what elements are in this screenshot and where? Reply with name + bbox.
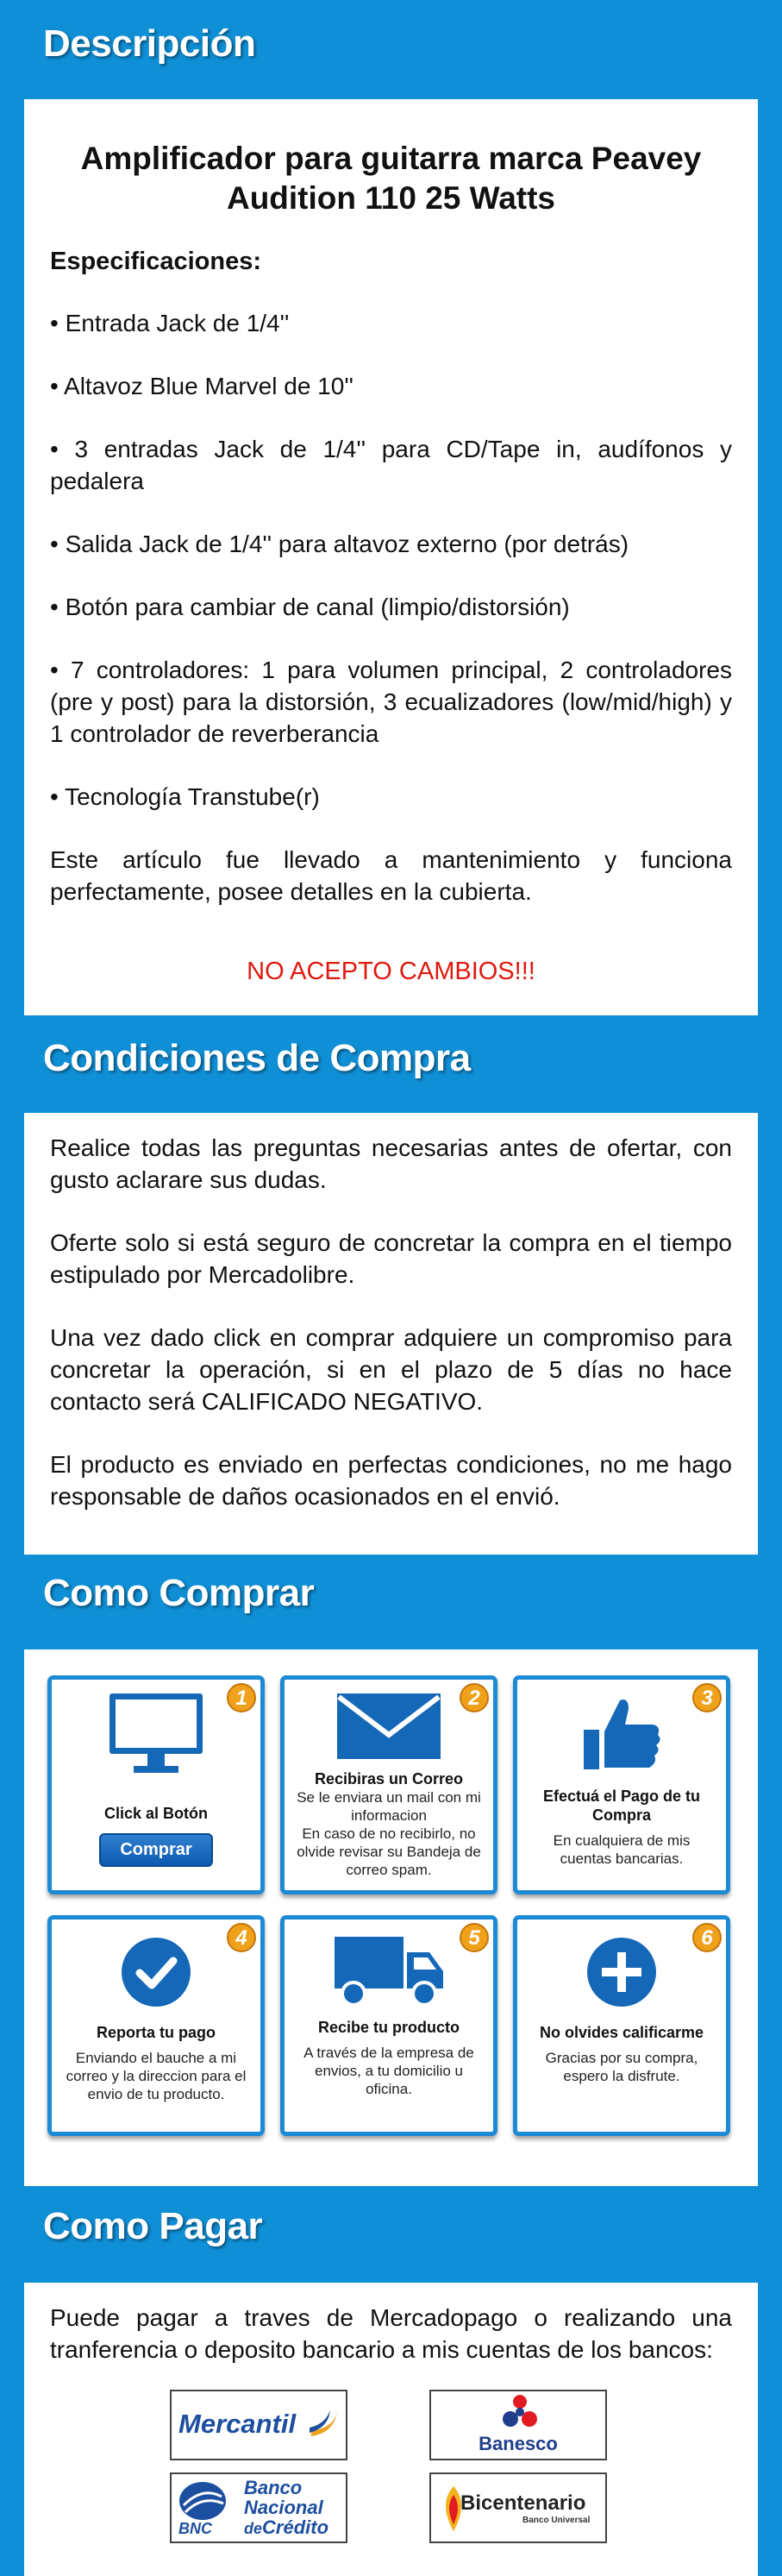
condition-paragraph: Una vez dado click en comprar adquiere u… xyxy=(50,1324,732,1415)
monitor-icon xyxy=(109,1693,203,1773)
como-comprar-panel: 1 Click al Botón Comprar 2 Recibiras un … xyxy=(24,1649,758,2186)
step-card-4: 4 Reporta tu pago Enviando el bauche a m… xyxy=(47,1915,265,2136)
spec-bullet: • 7 controladores: 1 para volumen princi… xyxy=(50,657,732,747)
step-description: En cualquiera de mis cuentas bancarias. xyxy=(553,1832,691,1867)
step-description: Gracias por su compra, espero la disfrut… xyxy=(545,2050,698,2084)
bank-logo-bicentenario: Bicentenario Banco Universal xyxy=(429,2472,607,2543)
envelope-icon xyxy=(337,1693,441,1759)
step-title: Recibiras un Correo xyxy=(314,1770,464,1787)
mercantil-swoosh-icon xyxy=(310,2410,337,2436)
step-description: A través de la empresa de envios, a tu d… xyxy=(303,2045,474,2097)
spec-bullet: • Salida Jack de 1/4'' para altavoz exte… xyxy=(50,531,629,557)
banesco-name: Banesco xyxy=(479,2433,558,2454)
condition-paragraph: El producto es enviado en perfectas cond… xyxy=(50,1451,732,1510)
bnc-globe-icon xyxy=(179,2482,226,2520)
plus-circle-icon xyxy=(587,1938,656,2007)
truck-icon xyxy=(335,1937,443,2007)
bank-logo-mercantil: Mercantil xyxy=(170,2390,347,2460)
comprar-button[interactable]: Comprar xyxy=(99,1833,213,1867)
bicentenario-subtitle: Banco Universal xyxy=(522,2516,591,2525)
bicentenario-name: Bicentenario xyxy=(460,2491,586,2515)
step-number-badge: 1 xyxy=(227,1683,256,1712)
bank-logo-banesco: Banesco xyxy=(429,2390,607,2460)
step-description: Se le enviara un mail con mi informacion… xyxy=(297,1789,481,1878)
step-number-badge: 6 xyxy=(692,1923,722,1952)
como-pagar-panel: Puede pagar a traves de Mercadopago o re… xyxy=(24,2283,758,2576)
specs-heading: Especificaciones: xyxy=(50,248,261,275)
bnc-line2: Nacional xyxy=(244,2497,323,2518)
thumbs-up-icon xyxy=(584,1700,660,1769)
spec-bullet: • Entrada Jack de 1/4'' xyxy=(50,310,290,336)
step-title: No olvides calificarme xyxy=(539,2024,704,2041)
check-circle-icon xyxy=(122,1938,191,2007)
product-title: Amplificador para guitarra marca Peavey … xyxy=(80,141,702,216)
banesco-logo-icon xyxy=(503,2395,537,2427)
no-returns-warning: NO ACEPTO CAMBIOS!!! xyxy=(247,958,535,985)
condition-paragraph: Oferte solo si está seguro de concretar … xyxy=(50,1229,732,1288)
step-card-3: 3 Efectuá el Pago de tu Compra En cualqu… xyxy=(513,1675,730,1894)
step-card-2: 2 Recibiras un Correo Se le enviara un m… xyxy=(280,1675,497,1894)
step-card-5: 5 Recibe tu producto A través de la empr… xyxy=(280,1915,497,2136)
step-description: Enviando el bauche a mi correo y la dire… xyxy=(66,2050,247,2102)
section-title-como-pagar: Como Pagar xyxy=(43,2205,263,2247)
bank-logo-bnc: BNC Banco Nacional deCrédito xyxy=(170,2472,347,2543)
step-number-badge: 3 xyxy=(692,1683,722,1712)
mercantil-name: Mercantil xyxy=(178,2409,297,2439)
spec-bullet: • Botón para cambiar de canal (limpio/di… xyxy=(50,594,570,620)
step-card-1: 1 Click al Botón Comprar xyxy=(47,1675,265,1894)
bnc-line3: de xyxy=(244,2520,263,2537)
step-number-badge: 2 xyxy=(460,1683,489,1712)
step-title: Reporta tu pago xyxy=(97,2024,216,2041)
bnc-line4: Crédito xyxy=(262,2516,329,2538)
step-number-badge: 4 xyxy=(227,1923,256,1952)
step-number-badge: 5 xyxy=(460,1923,489,1952)
spec-bullet: • Tecnología Transtube(r) xyxy=(50,783,320,810)
spec-bullet: • 3 entradas Jack de 1/4'' para CD/Tape … xyxy=(50,436,732,494)
section-title-descripcion: Descripción xyxy=(43,22,256,65)
bnc-short: BNC xyxy=(178,2520,212,2537)
section-title-condiciones: Condiciones de Compra xyxy=(43,1037,471,1079)
section-title-como-comprar: Como Comprar xyxy=(43,1572,315,1614)
step-title: Efectuá el Pago de tu Compra xyxy=(542,1787,701,1824)
descripcion-panel: Amplificador para guitarra marca Peavey … xyxy=(24,99,758,1015)
bnc-line1: Banco xyxy=(244,2477,303,2498)
payment-text: Puede pagar a traves de Mercadopago o re… xyxy=(50,2304,732,2363)
spec-bullet: • Altavoz Blue Marvel de 10'' xyxy=(50,373,354,399)
step-title: Recibe tu producto xyxy=(317,2019,460,2036)
condiciones-panel: Realice todas las preguntas necesarias a… xyxy=(24,1113,758,1555)
condition-note: Este artículo fue llevado a mantenimient… xyxy=(50,846,732,905)
step-title: Click al Botón xyxy=(103,1805,208,1822)
step-card-6: 6 No olvides calificarme Gracias por su … xyxy=(513,1915,730,2136)
condition-paragraph: Realice todas las preguntas necesarias a… xyxy=(50,1134,732,1193)
